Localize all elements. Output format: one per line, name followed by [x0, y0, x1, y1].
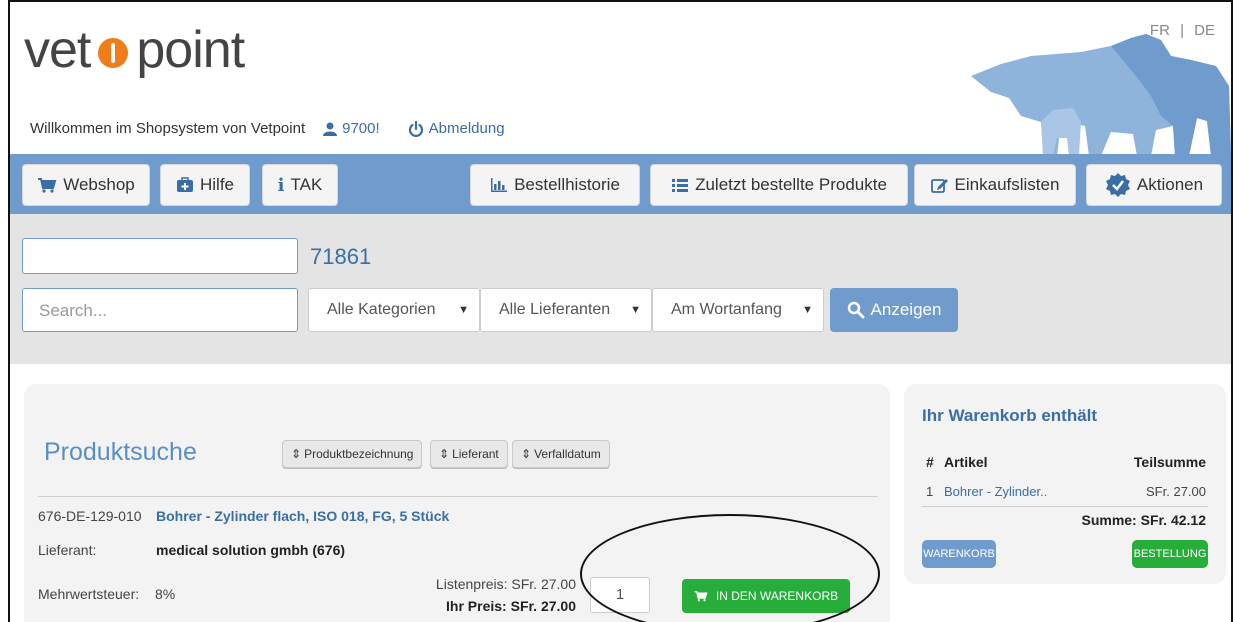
article-number-input[interactable]: [22, 238, 298, 274]
edit-icon: [930, 179, 948, 193]
welcome-bar: Willkommen im Shopsystem von Vetpoint 97…: [30, 120, 505, 137]
list-icon: [672, 179, 689, 192]
sort-by-expiry-button[interactable]: ⇕ Verfalldatum: [512, 440, 610, 468]
user-label: 9700!: [342, 120, 380, 137]
welcome-text: Willkommen im Shopsystem von Vetpoint: [30, 120, 306, 137]
webshop-button[interactable]: Webshop: [22, 164, 150, 206]
sort-by-name-label: Produktbezeichnung: [304, 447, 414, 461]
show-results-label: Anzeigen: [870, 300, 942, 319]
promotions-button[interactable]: Aktionen: [1086, 164, 1222, 206]
vat-label: Mehrwertsteuer:: [38, 586, 140, 602]
app-frame: vet point FR | DE Willkommen im Shopsyst…: [8, 0, 1233, 622]
view-cart-button[interactable]: WARENKORB: [922, 540, 996, 568]
user-link[interactable]: 9700!: [323, 120, 380, 137]
sort-by-name-button[interactable]: ⇕ Produktbezeichnung: [282, 440, 423, 468]
sort-by-expiry-label: Verfalldatum: [534, 447, 601, 461]
cart-row-subtotal: SFr. 27.00: [1146, 484, 1206, 499]
user-icon: [323, 122, 338, 136]
power-icon: [408, 120, 423, 137]
sort-icon: ⇕: [291, 447, 302, 461]
search-input[interactable]: Search...: [22, 288, 298, 332]
help-label: Hilfe: [199, 175, 234, 194]
tak-label: TAK: [290, 175, 323, 194]
animals-illustration: [971, 34, 1231, 156]
category-select[interactable]: Alle Kategorien ▼: [308, 288, 480, 332]
order-button[interactable]: BESTELLUNG: [1132, 540, 1208, 568]
sort-icon: ⇕: [439, 447, 450, 461]
highlight-ellipse: [580, 514, 880, 622]
supplier-value: medical solution gmbh (676): [156, 542, 346, 558]
cart-row-num: 1: [926, 484, 934, 499]
search-mode-value: Am Wortanfang: [671, 301, 782, 318]
article-number: 676-DE-129-010: [38, 508, 142, 524]
cart-col-subtotal: Teilsumme: [1133, 454, 1206, 470]
search-mode-select[interactable]: Am Wortanfang ▼: [652, 288, 824, 332]
header: vet point FR | DE Willkommen im Shopsyst…: [10, 2, 1231, 156]
sort-by-supplier-button[interactable]: ⇕ Lieferant: [430, 440, 508, 468]
divider: [38, 496, 878, 497]
verified-badge-icon: [1105, 173, 1130, 197]
logo-text-right: point: [136, 21, 245, 79]
logout-label: Abmeldung: [428, 120, 505, 137]
logout-link[interactable]: Abmeldung: [408, 120, 505, 137]
product-name-link[interactable]: Bohrer - Zylinder flach, ISO 018, FG, 5 …: [156, 508, 449, 524]
bar-chart-icon: [491, 178, 508, 192]
cart-row-article-link[interactable]: Bohrer - Zylinder..: [944, 484, 1047, 499]
promotions-label: Aktionen: [1136, 175, 1204, 194]
product-search-title: Produktsuche: [44, 438, 197, 466]
dropdown-arrow-icon: ▼: [630, 304, 641, 316]
order-history-button[interactable]: Bestellhistorie: [470, 164, 640, 206]
sort-by-supplier-label: Lieferant: [452, 447, 499, 461]
category-select-value: Alle Kategorien: [327, 301, 436, 318]
main-navbar: Webshop Hilfe i TAK Bestellhistorie Zule…: [10, 154, 1231, 214]
supplier-select-value: Alle Lieferanten: [499, 301, 611, 318]
medkit-icon: [176, 177, 193, 192]
cart-col-num: #: [926, 454, 934, 470]
sort-icon: ⇕: [521, 447, 532, 461]
logo-dot-icon: [98, 38, 129, 68]
dropdown-arrow-icon: ▼: [458, 304, 469, 316]
supplier-select[interactable]: Alle Lieferanten ▼: [480, 288, 652, 332]
your-price: Ihr Preis: SFr. 27.00: [446, 598, 576, 614]
customer-code: 71861: [310, 244, 372, 269]
vat-value: 8%: [155, 586, 176, 602]
shopping-lists-label: Einkaufslisten: [954, 175, 1060, 194]
dropdown-arrow-icon: ▼: [802, 304, 813, 316]
cart-title: Ihr Warenkorb enthält: [922, 406, 1098, 425]
recent-products-button[interactable]: Zuletzt bestellte Produkte: [650, 164, 908, 206]
webshop-label: Webshop: [63, 175, 135, 194]
logo-text-left: vet: [24, 21, 91, 79]
order-history-label: Bestellhistorie: [514, 175, 620, 194]
show-results-button[interactable]: Anzeigen: [830, 288, 958, 332]
cart-divider: [922, 506, 1208, 507]
help-button[interactable]: Hilfe: [160, 164, 250, 206]
vetpoint-logo[interactable]: vet point: [24, 20, 245, 80]
shopping-lists-button[interactable]: Einkaufslisten: [914, 164, 1076, 206]
list-price: Listenpreis: SFr. 27.00: [435, 576, 576, 592]
cart-col-article: Artikel: [944, 454, 988, 470]
tak-button[interactable]: i TAK: [262, 164, 338, 206]
cart-panel: Ihr Warenkorb enthält # Artikel Teilsumm…: [904, 384, 1226, 584]
supplier-label: Lieferant:: [38, 542, 97, 558]
cart-icon: [38, 178, 57, 193]
info-icon: i: [277, 174, 285, 196]
search-area: 71861 Search... Alle Kategorien ▼ Alle L…: [10, 214, 1231, 364]
search-icon: [847, 301, 865, 319]
recent-products-label: Zuletzt bestellte Produkte: [695, 175, 887, 194]
cart-sum: Summe: SFr. 42.12: [1081, 512, 1206, 528]
